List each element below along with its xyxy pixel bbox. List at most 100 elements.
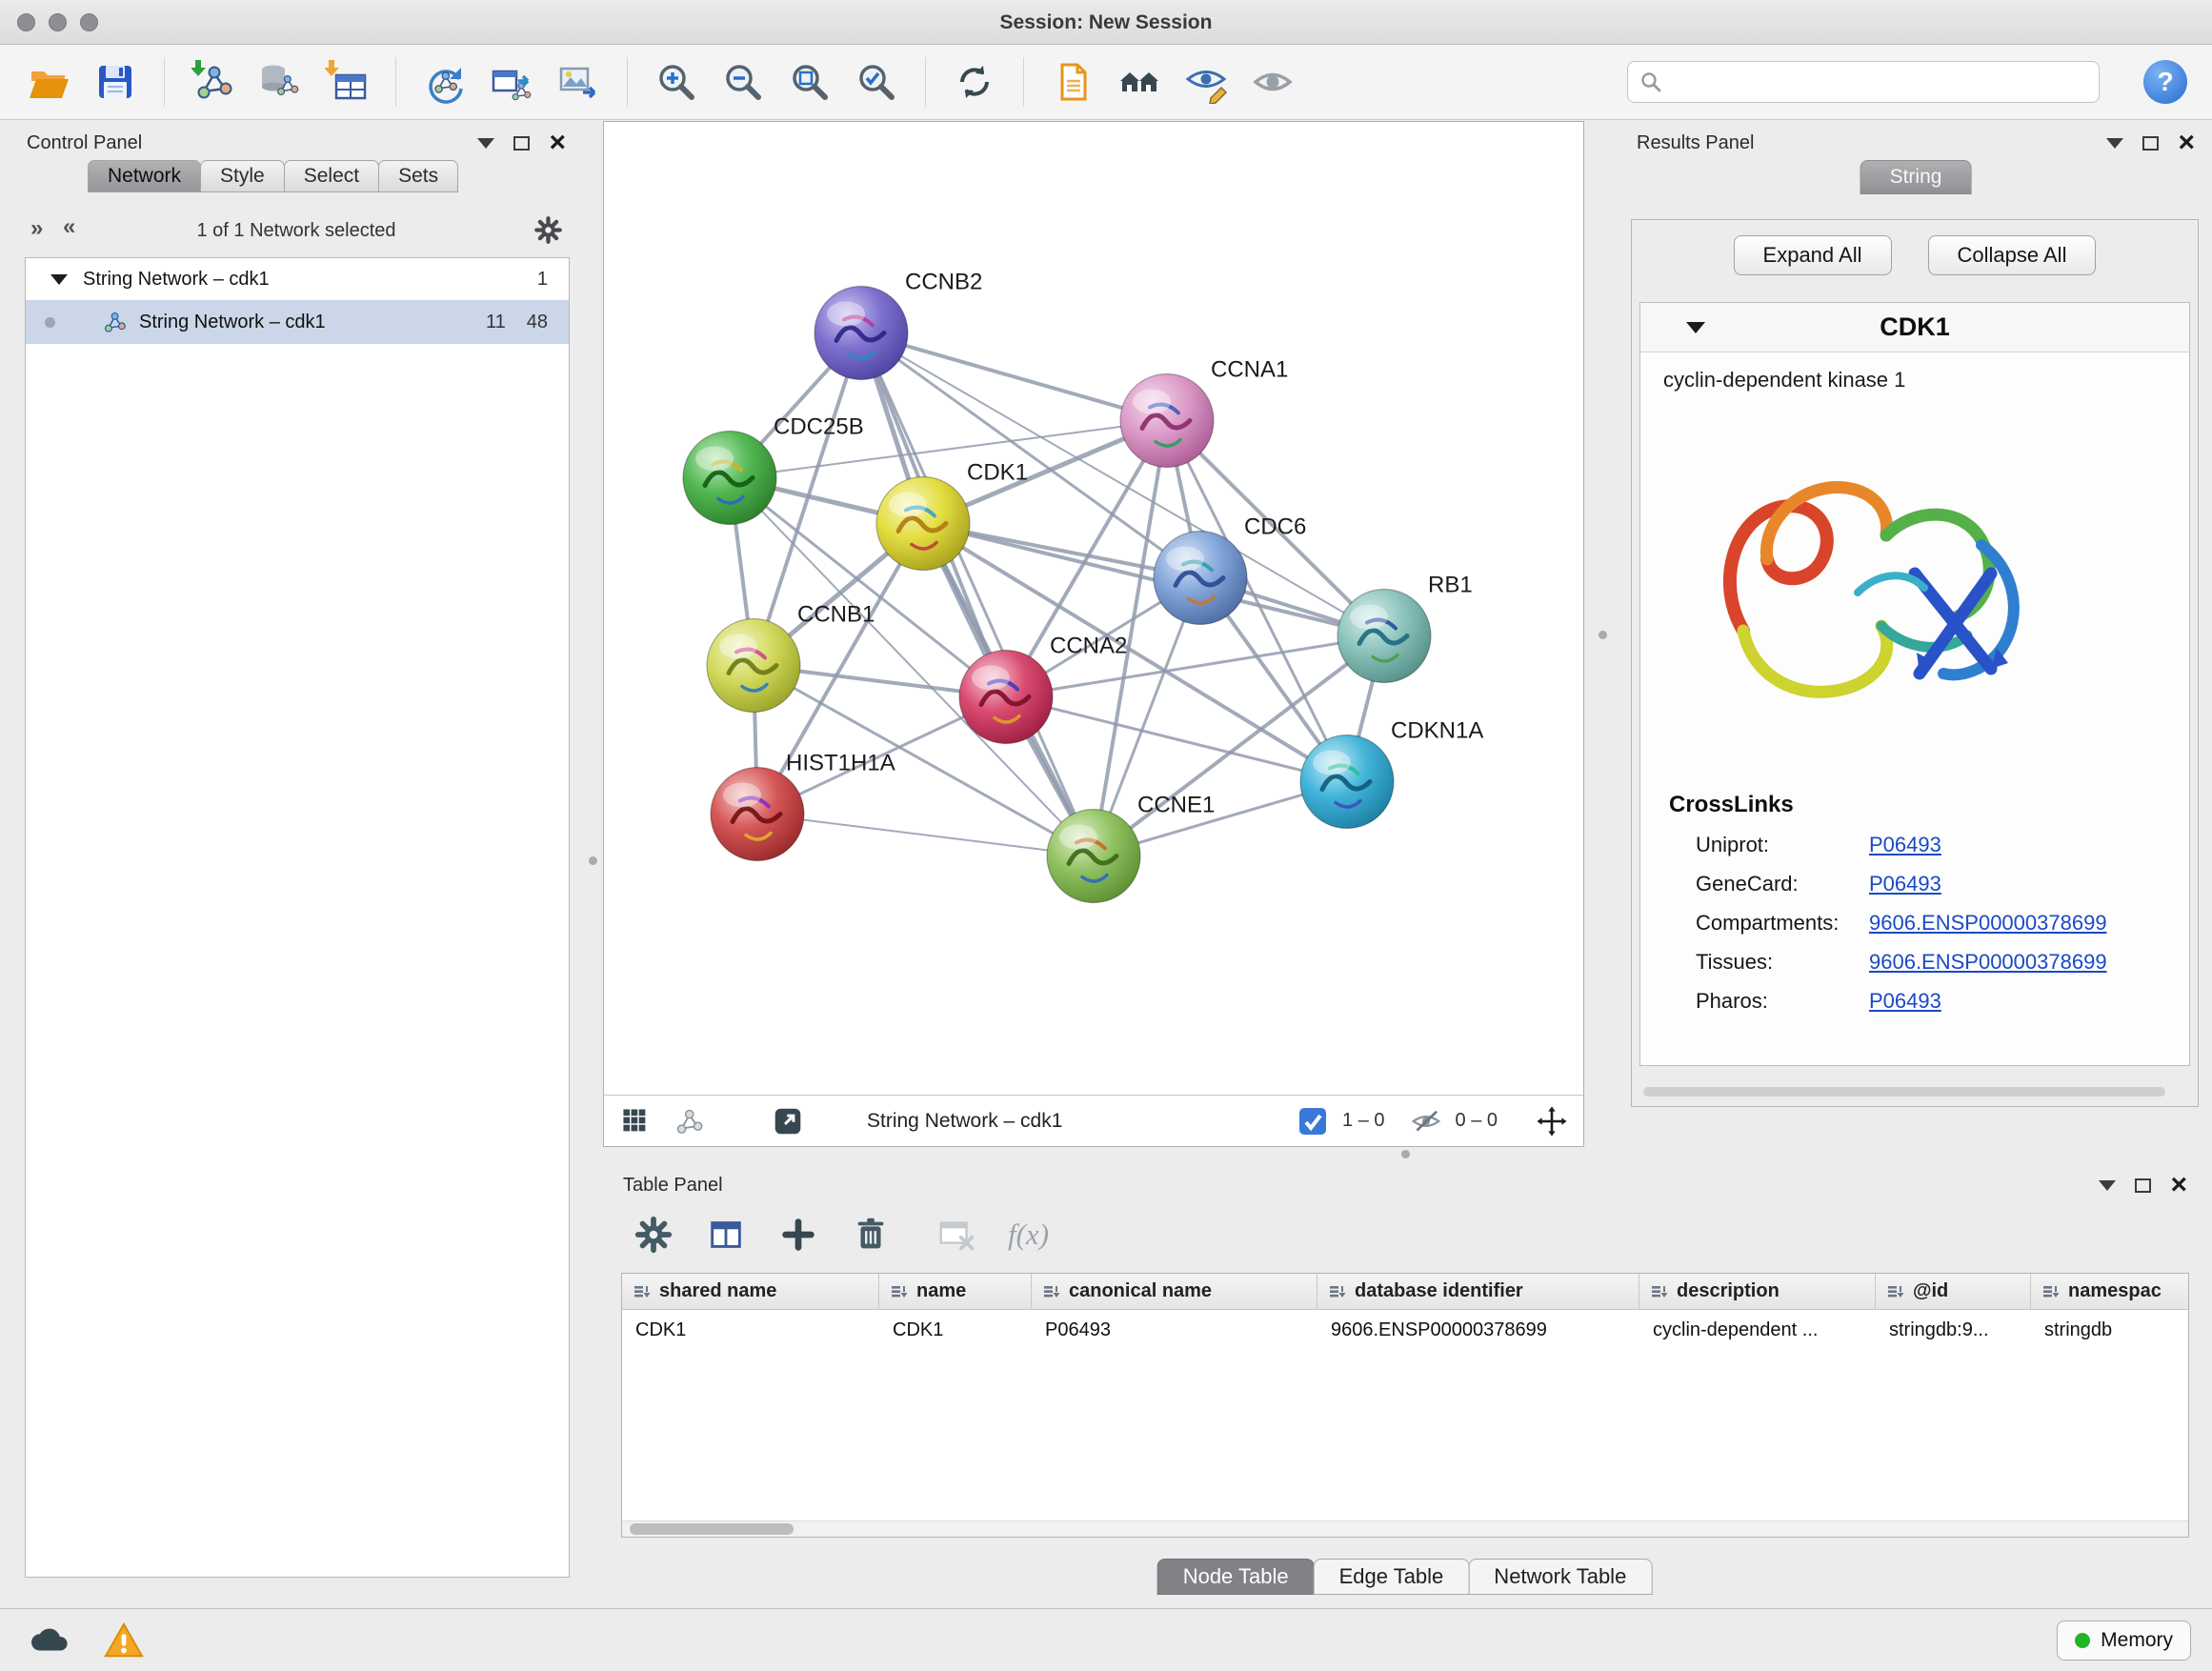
column-header--id[interactable]: @id	[1876, 1274, 2031, 1309]
panel-menu-icon[interactable]	[477, 138, 494, 149]
import-network-from-database-button[interactable]	[256, 58, 304, 106]
hidden-items-eye-icon[interactable]	[1410, 1105, 1442, 1137]
refresh-network-button[interactable]	[951, 58, 998, 106]
tree-expand-icon[interactable]	[50, 274, 68, 285]
add-column-icon[interactable]	[777, 1214, 819, 1256]
export-image-button[interactable]	[554, 58, 602, 106]
network-node-CDK1[interactable]	[876, 477, 970, 571]
splitter-handle[interactable]	[589, 856, 597, 865]
expand-all-button[interactable]: Expand All	[1734, 235, 1892, 275]
table-cell[interactable]: CDK1	[879, 1319, 1032, 1341]
cloud-icon[interactable]	[27, 1620, 69, 1661]
tab-style[interactable]: Style	[200, 160, 285, 192]
zoom-in-button[interactable]	[653, 58, 700, 106]
table-settings-gear-icon[interactable]	[633, 1214, 674, 1256]
network-from-table-button[interactable]	[488, 58, 535, 106]
pan-crosshair-icon[interactable]	[1536, 1105, 1568, 1137]
results-scrollbar[interactable]	[1643, 1087, 2165, 1097]
tab-sets[interactable]: Sets	[378, 160, 458, 192]
network-node-CDKN1A[interactable]	[1300, 735, 1394, 829]
help-button[interactable]: ?	[2143, 60, 2187, 104]
new-network-button[interactable]	[421, 58, 469, 106]
collapse-all-button[interactable]: Collapse All	[1928, 235, 2097, 275]
tab-network[interactable]: Network	[88, 160, 201, 192]
network-options-gear-icon[interactable]	[533, 214, 564, 246]
panel-float-icon[interactable]	[2142, 136, 2159, 151]
maximize-window-button[interactable]	[80, 13, 98, 31]
birds-eye-view-button[interactable]	[1249, 58, 1297, 106]
column-header-name[interactable]: name	[879, 1274, 1032, 1309]
import-table-from-file-button[interactable]	[323, 58, 371, 106]
panel-close-icon[interactable]: ×	[549, 129, 566, 157]
panel-menu-icon[interactable]	[2106, 138, 2123, 149]
open-in-browser-icon[interactable]	[772, 1105, 804, 1137]
panel-menu-icon[interactable]	[2099, 1180, 2116, 1191]
crosslink-link[interactable]: 9606.ENSP00000378699	[1869, 911, 2107, 936]
network-node-CCNA2[interactable]	[959, 651, 1053, 744]
search-input[interactable]	[1672, 71, 2087, 93]
column-header-canonical-name[interactable]: canonical name	[1032, 1274, 1317, 1309]
close-window-button[interactable]	[17, 13, 35, 31]
network-node-CCNA1[interactable]	[1120, 374, 1214, 468]
network-node-CCNB1[interactable]	[707, 619, 800, 713]
save-session-button[interactable]	[91, 58, 139, 106]
crosslink-link[interactable]: P06493	[1869, 833, 1941, 857]
collapse-card-icon[interactable]	[1686, 322, 1705, 333]
birds-eye-toggle-icon[interactable]	[619, 1105, 652, 1137]
tab-string[interactable]: String	[1860, 160, 1972, 194]
import-network-from-file-button[interactable]	[190, 58, 237, 106]
show-columns-icon[interactable]	[705, 1214, 747, 1256]
network-type-footer-icon[interactable]	[673, 1105, 705, 1137]
table-cell[interactable]: CDK1	[622, 1319, 879, 1341]
table-cell[interactable]: 9606.ENSP00000378699	[1317, 1319, 1639, 1341]
table-cell[interactable]: stringdb:9...	[1876, 1319, 2031, 1341]
column-header-shared-name[interactable]: shared name	[622, 1274, 879, 1309]
crosslink-link[interactable]: P06493	[1869, 989, 1941, 1014]
network-canvas[interactable]: CCNB2CCNA1CDC25BCDK1CDC6RB1CCNB1CCNA2CDK…	[604, 122, 1583, 1095]
network-node-CDC25B[interactable]	[683, 432, 776, 525]
column-header-namespac[interactable]: namespac	[2031, 1274, 2189, 1309]
network-node-CDC6[interactable]	[1154, 532, 1247, 625]
string-protein-query-button[interactable]	[1116, 58, 1163, 106]
network-row-selected[interactable]: String Network – cdk1 11 48	[26, 300, 569, 344]
splitter-handle[interactable]	[1599, 631, 1607, 639]
network-node-RB1[interactable]	[1337, 590, 1431, 683]
network-node-CCNB2[interactable]	[814, 287, 908, 380]
warning-icon[interactable]	[103, 1620, 145, 1661]
crosslink-link[interactable]: 9606.ENSP00000378699	[1869, 950, 2107, 975]
show-graphics-details-button[interactable]	[1182, 58, 1230, 106]
collapse-all-networks-icon[interactable]: »	[30, 215, 43, 242]
delete-column-icon[interactable]	[850, 1214, 892, 1256]
table-cell[interactable]: P06493	[1032, 1319, 1317, 1341]
copy-snapshot-button[interactable]	[1049, 58, 1096, 106]
open-session-button[interactable]	[25, 58, 72, 106]
table-hscroll-thumb[interactable]	[630, 1523, 794, 1535]
panel-float-icon[interactable]	[513, 136, 530, 151]
table-row[interactable]: CDK1CDK1P064939606.ENSP00000378699cyclin…	[622, 1310, 2188, 1350]
panel-close-icon[interactable]: ×	[2170, 1171, 2187, 1199]
table-cell[interactable]: stringdb	[2031, 1319, 2189, 1341]
splitter-handle[interactable]	[1401, 1150, 1410, 1158]
tab-edge-table[interactable]: Edge Table	[1314, 1559, 1470, 1595]
tab-node-table[interactable]: Node Table	[1157, 1559, 1315, 1595]
memory-button[interactable]: Memory	[2057, 1621, 2191, 1661]
search-field[interactable]	[1627, 61, 2100, 103]
column-header-database-identifier[interactable]: database identifier	[1317, 1274, 1639, 1309]
zoom-selected-button[interactable]	[853, 58, 900, 106]
network-collection-row[interactable]: String Network – cdk1 1	[26, 258, 569, 300]
network-node-CCNE1[interactable]	[1047, 810, 1140, 903]
tab-network-table[interactable]: Network Table	[1468, 1559, 1652, 1595]
zoom-fit-button[interactable]	[786, 58, 834, 106]
minimize-window-button[interactable]	[49, 13, 67, 31]
panel-close-icon[interactable]: ×	[2178, 129, 2195, 157]
table-cell[interactable]: cyclin-dependent ...	[1639, 1319, 1876, 1341]
zoom-out-button[interactable]	[719, 58, 767, 106]
selected-items-checkbox-icon[interactable]	[1297, 1105, 1329, 1137]
tab-select[interactable]: Select	[284, 160, 379, 192]
protein-card-header[interactable]: CDK1	[1640, 303, 2189, 352]
panel-float-icon[interactable]	[2135, 1178, 2151, 1193]
network-node-HIST1H1A[interactable]	[711, 768, 804, 861]
column-header-description[interactable]: description	[1639, 1274, 1876, 1309]
expand-all-networks-icon[interactable]: »	[63, 215, 75, 242]
crosslink-link[interactable]: P06493	[1869, 872, 1941, 896]
